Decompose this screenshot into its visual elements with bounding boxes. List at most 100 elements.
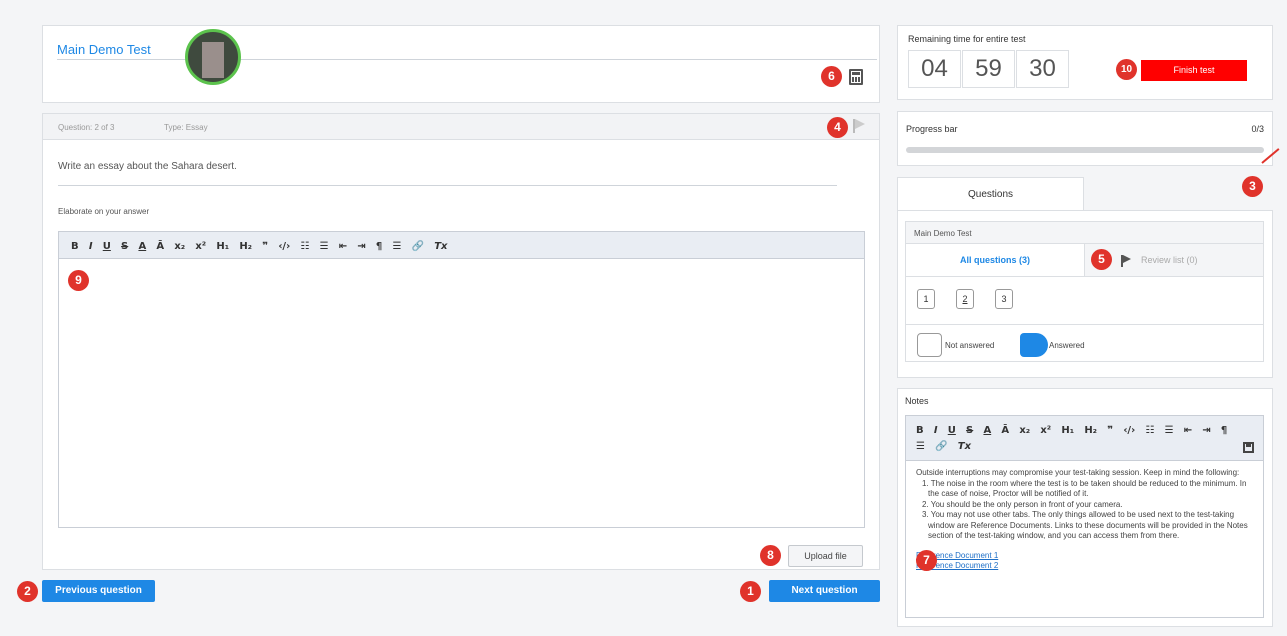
questions-inner: Main Demo Test All questions (3) Review … (905, 221, 1264, 362)
underline-button[interactable]: U (103, 241, 111, 252)
question-panel: Question: 2 of 3 Type: Essay Write an es… (42, 113, 880, 570)
questions-tab-label: Questions (967, 189, 1014, 200)
questions-tab[interactable]: Questions (897, 177, 1084, 211)
notes-toolbar: B I U S A Ā x₂ x² H₁ H₂ ❞ ‹/› ☷ ☰ ⇤ ⇥ ¶ … (905, 415, 1264, 461)
notes-bullet-list-button[interactable]: ☰ (1165, 423, 1174, 439)
notes-code-button[interactable]: ‹/› (1123, 423, 1135, 439)
progress-panel: Progress bar 0/3 (897, 111, 1273, 166)
heading1-button[interactable]: H₁ (216, 241, 229, 252)
progress-track (906, 147, 1264, 153)
notes-link-button[interactable]: 🔗 (935, 439, 947, 455)
question-number: Question: 2 of 3 (58, 123, 115, 132)
notes-panel: Notes B I U S A Ā x₂ x² H₁ H₂ ❞ ‹/› ☷ ☰ … (897, 388, 1273, 627)
reference-link-1[interactable]: Reference Document 1 (916, 551, 1253, 562)
upload-file-button[interactable]: Upload file (788, 545, 863, 567)
indent-button[interactable]: ⇥ (357, 241, 365, 252)
question-meta-bar: Question: 2 of 3 Type: Essay (43, 114, 879, 140)
notes-superscript-button[interactable]: x² (1040, 423, 1051, 439)
reference-link-2[interactable]: Reference Document 2 (916, 561, 1253, 572)
test-header-panel: Main Demo Test (42, 25, 880, 103)
notes-intro: Outside interruptions may compromise you… (916, 468, 1240, 477)
superscript-button[interactable]: x² (195, 241, 206, 252)
elaborate-label: Elaborate on your answer (58, 207, 150, 216)
finish-test-button[interactable]: Finish test (1141, 60, 1247, 81)
clear-format-button[interactable]: Tx (434, 241, 447, 252)
bullet-list-button[interactable]: ☰ (320, 241, 329, 252)
save-icon[interactable] (1243, 442, 1254, 453)
notes-underline-button[interactable]: U (948, 423, 956, 439)
avatar (185, 29, 241, 85)
progress-label: Progress bar (906, 124, 958, 134)
timer-hours: 04 (908, 50, 961, 88)
legend-divider (906, 324, 1263, 325)
heading2-button[interactable]: H₂ (239, 241, 252, 252)
notes-body[interactable]: Outside interruptions may compromise you… (905, 461, 1264, 618)
question-number-1[interactable]: 1 (917, 289, 935, 309)
callout-badge-6: 6 (821, 66, 842, 87)
notes-italic-button[interactable]: I (934, 423, 938, 439)
ordered-list-button[interactable]: ☷ (300, 241, 309, 252)
questions-test-name: Main Demo Test (906, 222, 1263, 244)
timer-panel: Remaining time for entire test 04 59 30 … (897, 25, 1273, 100)
question-number-3[interactable]: 3 (995, 289, 1013, 309)
callout-badge-2: 2 (17, 581, 38, 602)
review-list-label: Review list (0) (1141, 255, 1198, 265)
callout-badge-5: 5 (1091, 249, 1112, 270)
outdent-button[interactable]: ⇤ (339, 241, 347, 252)
timer-seconds: 30 (1016, 50, 1069, 88)
callout-badge-9: 9 (68, 270, 89, 291)
not-answered-swatch (917, 333, 942, 357)
timer-minutes: 59 (962, 50, 1015, 88)
answer-editor[interactable] (58, 259, 865, 528)
flag-icon[interactable] (853, 119, 865, 133)
progress-value: 0/3 (1251, 124, 1264, 134)
notes-ordered-list-button[interactable]: ☷ (1145, 423, 1154, 439)
timer-label: Remaining time for entire test (908, 34, 1026, 44)
quote-button[interactable]: ❞ (262, 241, 268, 252)
all-questions-tab[interactable]: All questions (3) (906, 244, 1084, 277)
italic-button[interactable]: I (89, 241, 93, 252)
link-button[interactable]: 🔗 (412, 241, 424, 252)
previous-question-button[interactable]: Previous question (42, 580, 155, 602)
bg-color-button[interactable]: Ā (156, 241, 164, 252)
notes-text-color-button[interactable]: A (983, 423, 991, 439)
test-title: Main Demo Test (57, 42, 151, 57)
notes-item-1: 1. The noise in the room where the test … (922, 478, 1247, 499)
notes-subscript-button[interactable]: x₂ (1019, 423, 1030, 439)
notes-direction-button[interactable]: ¶ (1221, 423, 1227, 439)
questions-panel: Main Demo Test All questions (3) Review … (897, 210, 1273, 378)
callout-badge-7: 7 (916, 550, 937, 571)
notes-align-button[interactable]: ☰ (916, 439, 925, 455)
editor-toolbar: B I U S A Ā x₂ x² H₁ H₂ ❞ ‹/› ☷ ☰ ⇤ ⇥ ¶ … (58, 231, 865, 259)
notes-bg-color-button[interactable]: Ā (1001, 423, 1009, 439)
not-answered-label: Not answered (945, 341, 995, 350)
answered-swatch (1020, 333, 1048, 357)
prompt-divider (58, 185, 837, 186)
align-button[interactable]: ☰ (392, 241, 401, 252)
notes-strike-button[interactable]: S (966, 423, 973, 439)
callout-badge-8: 8 (760, 545, 781, 566)
notes-heading1-button[interactable]: H₁ (1061, 423, 1074, 439)
notes-quote-button[interactable]: ❞ (1107, 423, 1113, 439)
notes-bold-button[interactable]: B (916, 423, 924, 439)
question-number-2[interactable]: 2 (956, 289, 974, 309)
text-color-button[interactable]: A (138, 241, 146, 252)
notes-clear-format-button[interactable]: Tx (958, 439, 971, 455)
strike-button[interactable]: S (121, 241, 128, 252)
callout-badge-1: 1 (740, 581, 761, 602)
subscript-button[interactable]: x₂ (174, 241, 185, 252)
answered-label: Answered (1049, 341, 1085, 350)
notes-heading2-button[interactable]: H₂ (1084, 423, 1097, 439)
callout-badge-3: 3 (1242, 176, 1263, 197)
code-button[interactable]: ‹/› (278, 241, 290, 252)
callout-badge-4: 4 (827, 117, 848, 138)
notes-item-3: 3. You may not use other tabs. The only … (922, 510, 1248, 540)
calculator-icon[interactable] (849, 69, 863, 85)
direction-button[interactable]: ¶ (376, 241, 382, 252)
notes-indent-button[interactable]: ⇥ (1202, 423, 1210, 439)
header-divider (57, 59, 877, 60)
next-question-button[interactable]: Next question (769, 580, 880, 602)
notes-outdent-button[interactable]: ⇤ (1184, 423, 1192, 439)
bold-button[interactable]: B (71, 241, 79, 252)
notes-item-2: 2. You should be the only person in fron… (922, 499, 1123, 509)
